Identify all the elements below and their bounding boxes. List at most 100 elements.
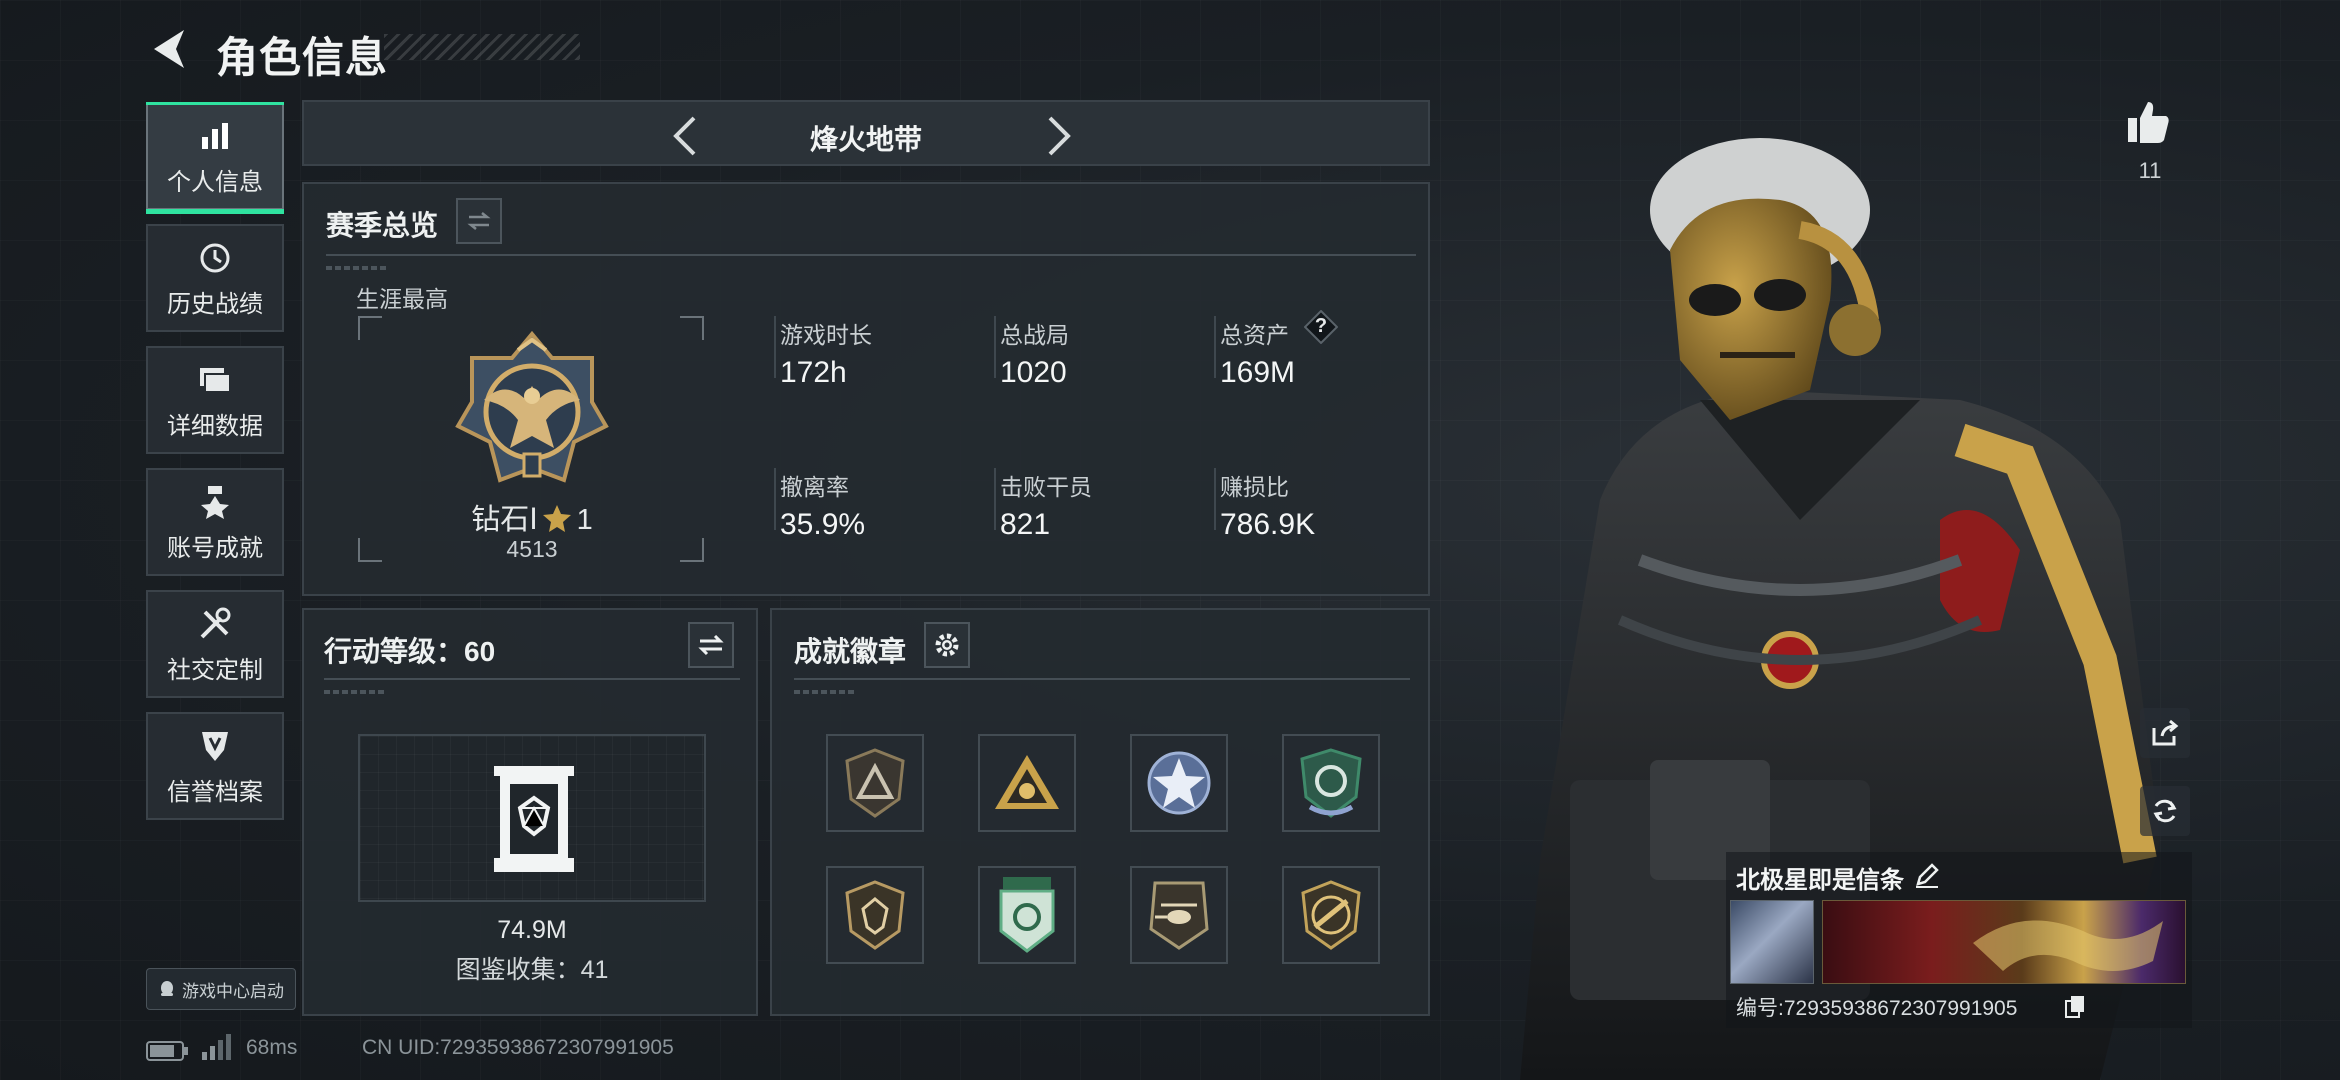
green-crest-badge-icon — [999, 877, 1055, 953]
share-button[interactable] — [2140, 708, 2190, 758]
badge-slot[interactable] — [1130, 866, 1228, 964]
player-name: 北极星即是信条 — [1736, 867, 1904, 894]
thumbs-up-icon — [2128, 102, 2169, 143]
help-mark: ? — [1314, 315, 1328, 337]
tools-icon — [195, 604, 235, 644]
mode-selector: 烽火地带 — [302, 100, 1430, 166]
badge-slot[interactable] — [1282, 734, 1380, 832]
edit-name-button[interactable] — [1914, 862, 1940, 888]
copy-icon — [2065, 996, 2084, 1018]
back-arrow-icon — [154, 30, 184, 68]
nav-item-detailed-data[interactable]: 详细数据 — [146, 346, 284, 454]
rank-stars: 1 — [576, 504, 593, 536]
divider — [324, 678, 740, 680]
swap-icon — [698, 634, 724, 656]
copy-id-button[interactable] — [2064, 994, 2086, 1018]
dragon-emblem-icon — [1973, 920, 2163, 971]
like-count: 11 — [2138, 158, 2162, 183]
rank-row: 钻石Ⅰ 1 — [410, 496, 654, 538]
rank-emblem-icon — [454, 330, 610, 490]
badge-slot[interactable] — [826, 866, 924, 964]
divider — [326, 254, 1416, 256]
rotate-icon — [2153, 799, 2177, 823]
nav-item-social[interactable]: 社交定制 — [146, 590, 284, 698]
stat-divider — [994, 316, 996, 378]
triangle-badge-icon — [845, 748, 905, 818]
frame-corner — [358, 538, 382, 562]
collection-value: 74.9M — [497, 916, 567, 944]
star-emblem-badge-icon — [1147, 751, 1211, 815]
badges-title: 成就徽章 — [794, 636, 907, 667]
stat-label-playtime: 游戏时长 — [780, 322, 872, 348]
shield-icon — [195, 726, 235, 766]
nav-label: 详细数据 — [167, 412, 263, 440]
stat-value-extract-rate: 35.9% — [780, 508, 866, 541]
stat-label-extract-rate: 撤离率 — [780, 474, 849, 500]
frame-corner — [680, 316, 704, 340]
history-clock-icon — [195, 238, 235, 278]
stat-label-assets: 总资产 — [1220, 322, 1289, 348]
switch-season-button[interactable] — [456, 198, 502, 244]
stat-divider — [1214, 316, 1216, 378]
decoration — [794, 690, 854, 694]
assets-help-button[interactable]: ? — [1303, 309, 1339, 345]
frame-corner — [358, 316, 382, 340]
collection-cabinet-icon — [488, 762, 580, 876]
battery-icon — [146, 1040, 190, 1062]
like-button[interactable] — [2124, 98, 2172, 146]
collection-count: 图鉴收集：41 — [455, 956, 609, 984]
gold-pyramid-badge-icon — [995, 755, 1059, 809]
badge-slot[interactable] — [1282, 866, 1380, 964]
nav-label: 账号成就 — [167, 534, 263, 562]
signal-icon — [200, 1034, 232, 1062]
career-best-label: 生涯最高 — [356, 286, 448, 312]
avatar[interactable] — [1730, 900, 1814, 984]
frame-corner — [680, 538, 704, 562]
mode-name: 烽火地带 — [809, 124, 922, 155]
stat-divider — [994, 468, 996, 530]
stat-label-matches: 总战局 — [1000, 322, 1069, 348]
gear-icon — [935, 633, 959, 657]
badges-panel: 成就徽章 — [770, 608, 1430, 1016]
stat-divider — [1214, 468, 1216, 530]
page-title: 角色信息 — [216, 34, 389, 81]
nav-item-reputation[interactable]: 信誉档案 — [146, 712, 284, 820]
name-card-banner[interactable] — [1822, 900, 2186, 984]
nav-item-personal-info[interactable]: 个人信息 — [146, 102, 284, 214]
switch-level-button[interactable] — [688, 622, 734, 668]
badge-settings-button[interactable] — [924, 622, 970, 668]
stat-value-assets: 169M — [1220, 356, 1296, 389]
badge-slot[interactable] — [1130, 734, 1228, 832]
game-center-label: 游戏中心启动 — [182, 981, 284, 1001]
green-shield-badge-icon — [1300, 748, 1362, 818]
back-button[interactable] — [146, 24, 190, 74]
swap-icon — [467, 212, 491, 230]
action-level-title: 行动等级：60 — [324, 636, 496, 667]
helicopter-badge-icon — [1149, 881, 1209, 950]
season-overview-panel: 赛季总览 生涯最高 钻石Ⅰ 1 4513 游戏时长 172h 总战局 1020 … — [302, 182, 1430, 596]
nav-item-history[interactable]: 历史战绩 — [146, 224, 284, 332]
nav-item-achievements[interactable]: 账号成就 — [146, 468, 284, 576]
chevron-right-icon — [1048, 116, 1071, 156]
stat-label-profit-ratio: 赚损比 — [1220, 474, 1289, 500]
diamond-shield-badge-icon — [845, 880, 905, 950]
decoration — [326, 266, 386, 270]
stat-divider — [774, 316, 776, 378]
rotate-button[interactable] — [2140, 786, 2190, 836]
stat-value-matches: 1020 — [1000, 356, 1067, 389]
badge-slot[interactable] — [978, 734, 1076, 832]
rank-name: 钻石Ⅰ — [471, 504, 538, 536]
title-decoration — [384, 34, 580, 60]
nav-label: 社交定制 — [167, 656, 263, 684]
season-overview-title: 赛季总览 — [326, 210, 439, 241]
folder-icon — [195, 360, 235, 400]
badge-slot[interactable] — [978, 866, 1076, 964]
stat-value-playtime: 172h — [780, 356, 847, 389]
pencil-icon — [1916, 863, 1939, 888]
next-mode-button[interactable] — [1038, 114, 1078, 158]
game-center-button[interactable]: 游戏中心启动 — [146, 968, 296, 1010]
badge-slot[interactable] — [826, 734, 924, 832]
action-level-panel: 行动等级：60 74.9M 图鉴收集：41 — [302, 608, 758, 1016]
nav-label: 个人信息 — [167, 168, 263, 196]
collection-display[interactable] — [358, 734, 706, 902]
